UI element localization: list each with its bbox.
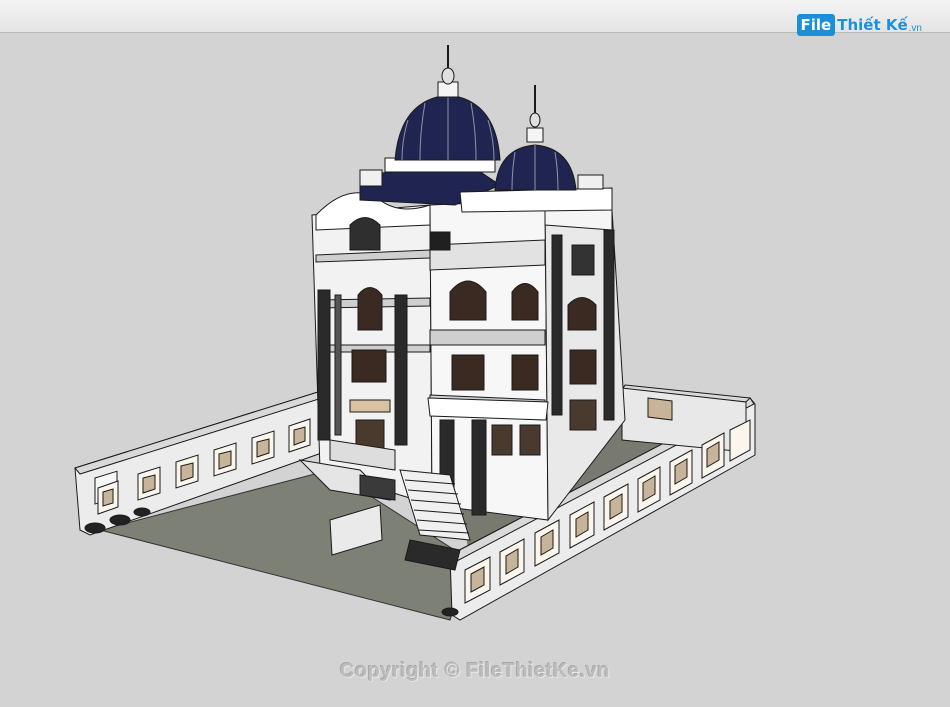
- filethietke-logo: File Thiết Kế .vn: [796, 10, 922, 40]
- logo-text: Thiết Kế: [837, 16, 908, 34]
- villa-3d-model-icon[interactable]: [0, 33, 950, 707]
- model-viewport[interactable]: [0, 33, 950, 707]
- logo-domain: .vn: [908, 23, 922, 34]
- roof: [359, 45, 613, 213]
- logo-badge: File: [796, 14, 836, 36]
- copyright-watermark: Copyright © FileThietKe.vn: [340, 660, 610, 682]
